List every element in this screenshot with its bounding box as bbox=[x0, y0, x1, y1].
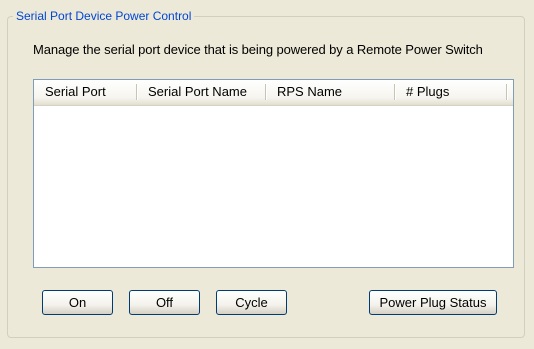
serial-port-device-list[interactable]: Serial Port Serial Port Name RPS Name # … bbox=[33, 79, 514, 268]
column-header-serial-port-name[interactable]: Serial Port Name bbox=[137, 80, 266, 105]
power-plug-status-button[interactable]: Power Plug Status bbox=[369, 290, 497, 315]
list-body[interactable] bbox=[34, 105, 513, 267]
column-header-plugs[interactable]: # Plugs bbox=[395, 80, 507, 105]
cycle-button[interactable]: Cycle bbox=[216, 290, 287, 315]
on-button[interactable]: On bbox=[42, 290, 113, 315]
groupbox-title: Serial Port Device Power Control bbox=[13, 9, 195, 23]
off-button[interactable]: Off bbox=[129, 290, 200, 315]
column-header-serial-port[interactable]: Serial Port bbox=[34, 80, 137, 105]
description-text: Manage the serial port device that is be… bbox=[33, 42, 483, 57]
list-header: Serial Port Serial Port Name RPS Name # … bbox=[34, 80, 513, 106]
column-header-rps-name[interactable]: RPS Name bbox=[266, 80, 395, 105]
